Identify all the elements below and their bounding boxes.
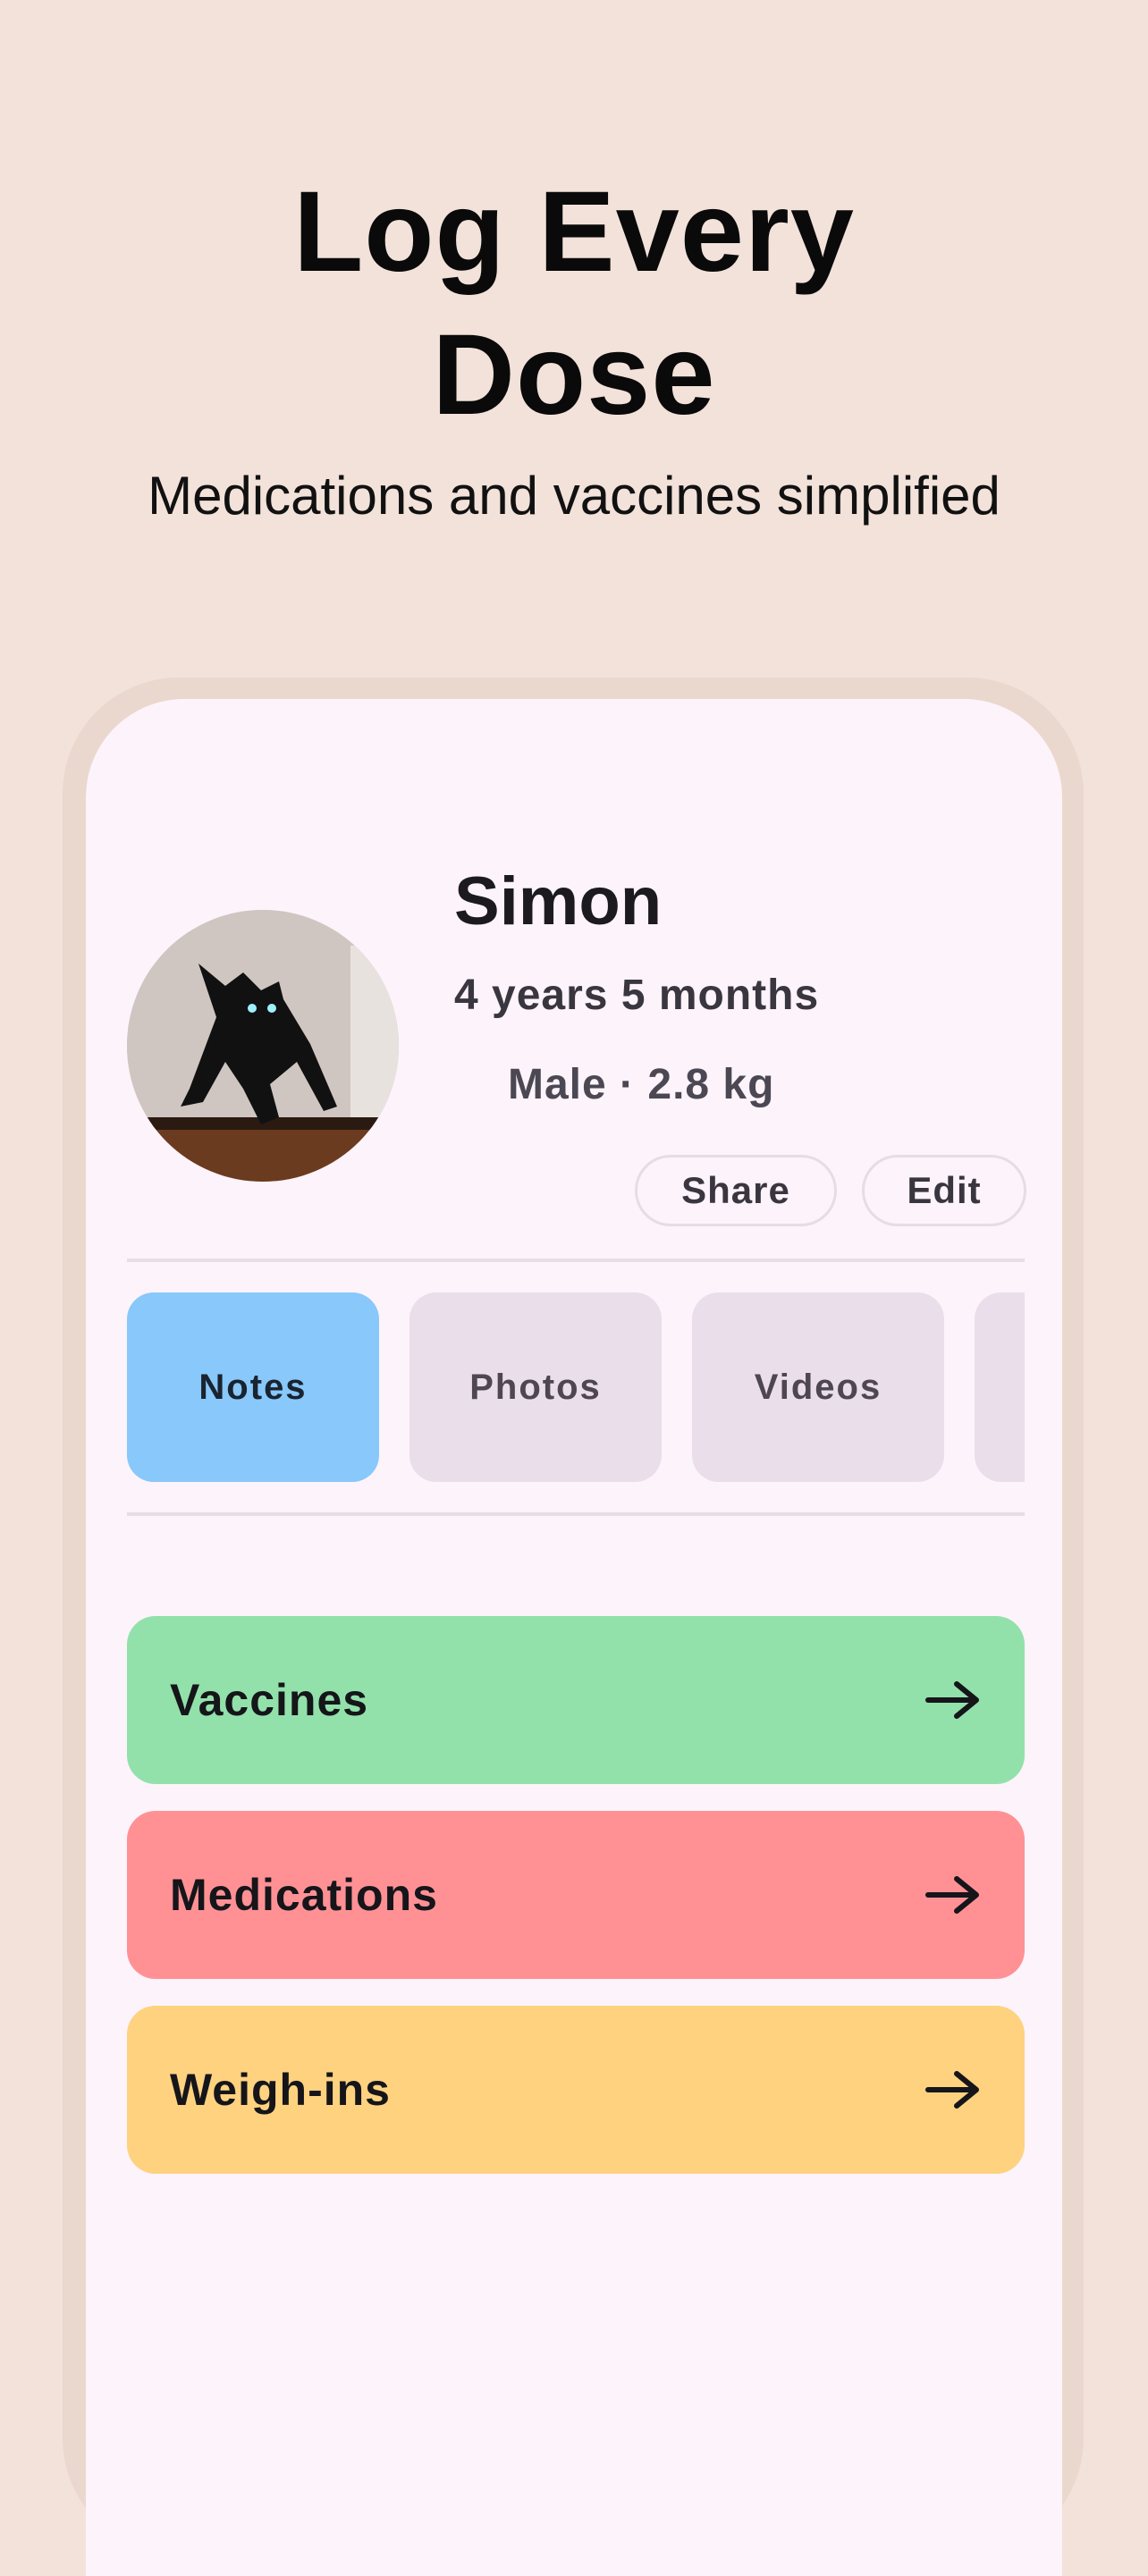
tab-photos[interactable]: Photos [409, 1292, 662, 1482]
headline-line-2: Dose [432, 311, 716, 439]
headline-line-1: Log Every [293, 168, 855, 296]
medications-row[interactable]: Medications [127, 1811, 1025, 1979]
tab-more[interactable] [975, 1292, 1025, 1482]
medications-label: Medications [170, 1870, 438, 1920]
arrow-right-icon [924, 2068, 982, 2111]
pet-age: 4 years 5 months [454, 972, 820, 1019]
pet-sex-weight: Male · 2.8 kg [508, 1061, 775, 1108]
media-tabs: Notes Photos Videos [127, 1292, 1025, 1482]
headline: Log Every Dose [0, 161, 1148, 447]
pet-avatar[interactable] [127, 910, 399, 1182]
weigh-ins-label: Weigh-ins [170, 2065, 391, 2115]
divider-top [127, 1259, 1025, 1262]
arrow-right-icon [924, 1873, 982, 1916]
pet-name: Simon [454, 863, 663, 939]
vaccines-label: Vaccines [170, 1675, 369, 1725]
divider-bottom [127, 1512, 1025, 1516]
tab-notes[interactable]: Notes [127, 1292, 379, 1482]
pet-photo-image [127, 910, 399, 1182]
tab-videos[interactable]: Videos [692, 1292, 944, 1482]
arrow-right-icon [924, 1679, 982, 1722]
subtitle: Medications and vaccines simplified [148, 466, 1000, 526]
share-button[interactable]: Share [635, 1155, 837, 1226]
phone-screen: Simon 4 years 5 months Male · 2.8 kg Sha… [86, 699, 1062, 2576]
vaccines-row[interactable]: Vaccines [127, 1616, 1025, 1784]
weigh-ins-row[interactable]: Weigh-ins [127, 2006, 1025, 2174]
edit-button[interactable]: Edit [862, 1155, 1026, 1226]
